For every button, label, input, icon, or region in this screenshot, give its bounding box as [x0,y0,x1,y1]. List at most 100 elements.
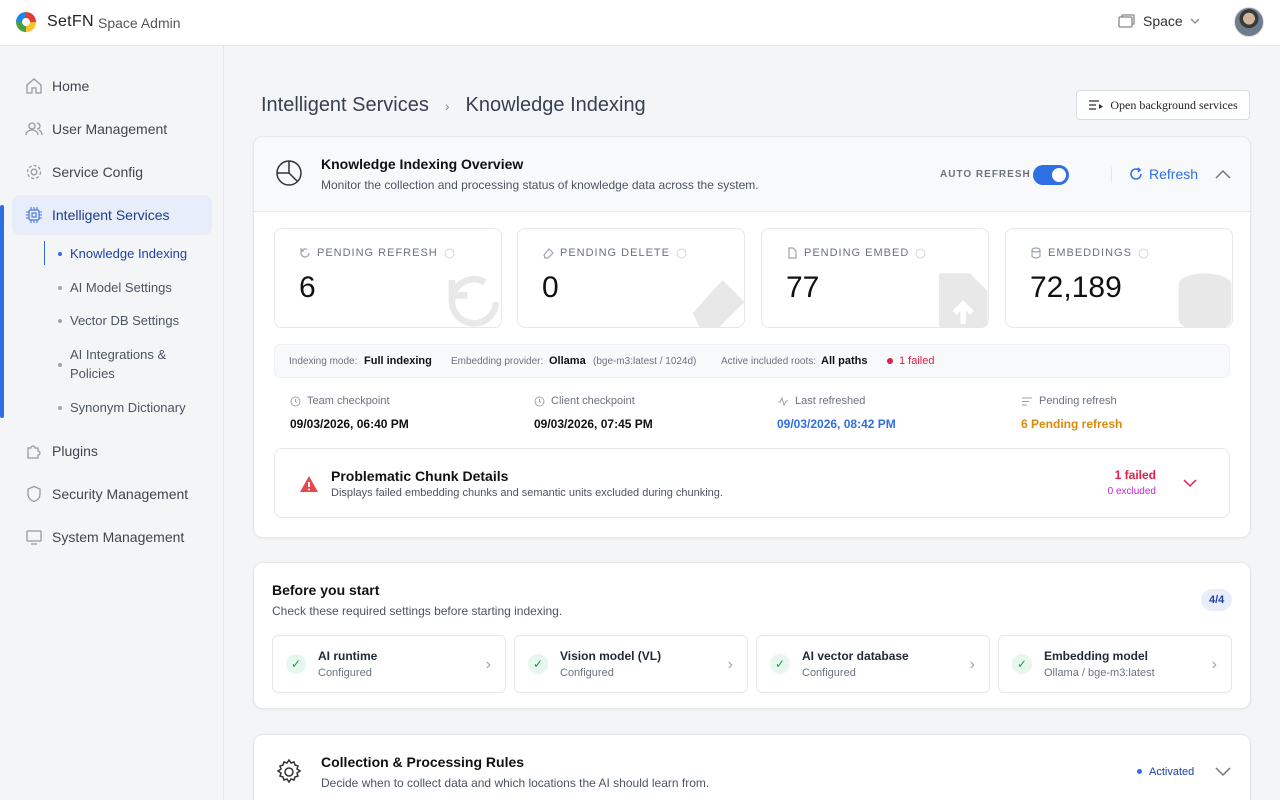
auto-refresh-toggle[interactable] [1033,165,1069,185]
checkpoint-value: 09/03/2026, 07:45 PM [534,417,653,431]
before-title: Before you start [272,582,380,598]
last-refreshed: Last refreshed 09/03/2026, 08:42 PM [777,395,896,431]
warning-icon [300,476,318,492]
app-subtitle: Space Admin [98,15,181,31]
sidebar-item-label: System Management [52,529,185,545]
check-vector-database[interactable]: ✓ AI vector database Configured › [756,635,990,693]
refresh-button[interactable]: Refresh [1129,166,1198,182]
info-icon[interactable] [1138,248,1149,259]
subnav-item-vector-db-settings[interactable]: Vector DB Settings [58,311,208,330]
before-description: Check these required settings before sta… [272,604,563,618]
checkpoint-label: Last refreshed [795,395,866,407]
top-bar: SetFN Space Admin Space [0,0,1280,46]
rules-title: Collection & Processing Rules [321,754,525,770]
sidebar-item-plugins[interactable]: Plugins [12,431,212,471]
database-icon [1031,247,1041,259]
rules-description: Decide when to collect data and which lo… [321,776,710,790]
list-icon [1022,397,1032,405]
before-you-start-card: Before you start Check these required se… [253,562,1251,709]
subnav-indicator [44,241,45,265]
stat-label: PENDING DELETE [542,247,687,259]
sidebar-item-system-management[interactable]: System Management [12,517,212,557]
check-status: Configured [560,667,614,679]
refresh-icon [300,248,310,258]
stat-card-pending-refresh: PENDING REFRESH 6 [274,228,502,328]
sidebar-item-label: Home [52,78,90,94]
subnav-label: Synonym Dictionary [70,400,186,415]
overview-header: Knowledge Indexing Overview Monitor the … [254,137,1250,212]
brand-name: SetFN [47,13,94,30]
chevron-up-icon[interactable] [1215,169,1231,179]
stat-card-embeddings: EMBEDDINGS 72,189 [1005,228,1233,328]
bullet-dot [58,319,62,323]
subnav-item-synonym-dictionary[interactable]: Synonym Dictionary [58,398,208,417]
checkpoint-value[interactable]: 6 Pending refresh [1021,417,1122,431]
problem-excluded-count: 0 excluded [1107,486,1156,497]
stat-label: PENDING REFRESH [299,247,455,259]
subnav-label: Vector DB Settings [70,313,180,328]
chevron-down-icon[interactable] [1183,479,1197,488]
included-roots-value: All paths [821,355,868,367]
problem-failed-count: 1 failed [1114,468,1156,482]
auto-refresh-label: AUTO REFRESH [940,169,1031,180]
info-icon[interactable] [444,248,455,259]
bullet-dot [58,363,62,367]
failed-count[interactable]: 1 failed [899,355,934,367]
info-icon[interactable] [915,248,926,259]
info-icon[interactable] [676,248,687,259]
client-checkpoint: Client checkpoint 09/03/2026, 07:45 PM [534,395,653,431]
sidebar-item-service-config[interactable]: Service Config [12,152,212,192]
sidebar-item-intelligent-services[interactable]: Intelligent Services [12,195,212,235]
chevron-down-icon[interactable] [1215,767,1231,777]
list-play-icon [1089,100,1104,110]
overview-title: Knowledge Indexing Overview [321,156,524,172]
check-vision-model[interactable]: ✓ Vision model (VL) Configured › [514,635,748,693]
stat-value: 0 [542,271,559,304]
gear-icon [26,164,42,180]
chevron-right-icon: › [727,656,733,673]
subnav-item-knowledge-indexing[interactable]: Knowledge Indexing [58,244,208,263]
puzzle-icon [27,445,41,459]
subnav-item-ai-integrations[interactable]: AI Integrations & Policies [58,345,188,383]
check-icon: ✓ [1012,654,1032,674]
check-title: Embedding model [1044,649,1149,663]
embedding-provider-label: Embedding provider: [451,356,544,367]
breadcrumb-parent[interactable]: Intelligent Services [261,94,429,117]
overview-card: Knowledge Indexing Overview Monitor the … [253,136,1251,538]
sidebar-item-label: User Management [52,121,168,137]
indexing-info-bar: Indexing mode: Full indexing Embedding p… [274,344,1230,378]
chip-icon [26,207,42,223]
check-status: Configured [318,667,372,679]
sidebar-item-home[interactable]: Home [12,66,212,106]
sidebar-item-label: Plugins [52,443,98,459]
stat-label-text: PENDING DELETE [560,247,670,259]
checkpoint-label: Team checkpoint [307,395,390,407]
stat-value: 6 [299,271,316,304]
failed-dot [887,358,893,364]
check-ai-runtime[interactable]: ✓ AI runtime Configured › [272,635,506,693]
sidebar-item-label: Service Config [52,164,144,180]
breadcrumb-current: Knowledge Indexing [465,94,646,116]
check-icon: ✓ [286,654,306,674]
check-embedding-model[interactable]: ✓ Embedding model Ollama / bge-m3:latest › [998,635,1232,693]
user-avatar[interactable] [1234,7,1264,37]
sidebar-item-security-management[interactable]: Security Management [12,474,212,514]
database-icon [1178,273,1232,327]
subnav-item-ai-model-settings[interactable]: AI Model Settings [58,278,208,297]
status-dot [1137,769,1142,774]
open-background-services-button[interactable]: Open background services [1076,90,1250,120]
collection-rules-card[interactable]: Collection & Processing Rules Decide whe… [253,734,1251,800]
problem-description: Displays failed embedding chunks and sem… [331,487,723,499]
file-icon [788,247,797,259]
gear-icon [276,758,302,784]
problem-title: Problematic Chunk Details [331,468,509,484]
problematic-chunk-panel[interactable]: Problematic Chunk Details Displays faile… [274,448,1230,518]
embedding-provider-detail: (bge-m3:latest / 1024d) [593,356,697,367]
checkpoint-label: Pending refresh [1039,395,1117,407]
embedding-provider-value: Ollama [549,355,586,367]
file-upload-icon [939,273,988,327]
check-title: Vision model (VL) [560,649,662,663]
sidebar-item-user-management[interactable]: User Management [12,109,212,149]
clock-icon [290,396,301,406]
space-selector[interactable]: Space [1118,13,1200,29]
